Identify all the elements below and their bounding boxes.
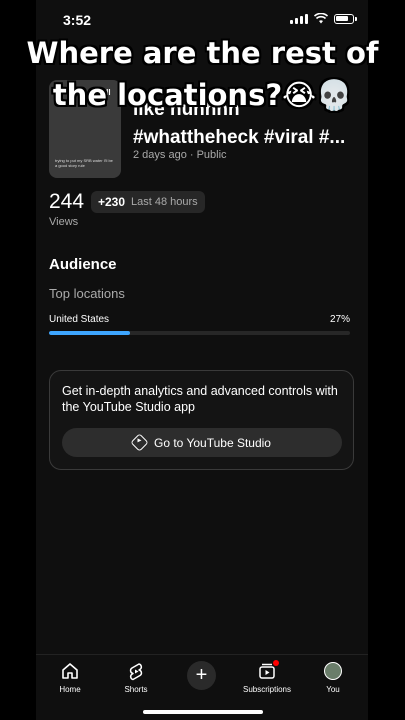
nav-home-label: Home — [59, 685, 81, 694]
nav-subscriptions-label: Subscriptions — [242, 685, 292, 694]
nav-shorts-label: Shorts — [124, 685, 148, 694]
go-to-studio-label: Go to YouTube Studio — [154, 435, 271, 450]
nav-subscriptions[interactable]: Subscriptions — [237, 659, 297, 694]
caption-line-2: the locations?😭💀 — [52, 78, 353, 112]
views-period: Last 48 hours — [131, 196, 198, 208]
thumbnail-caption: trying to put my SRB water I'll be a goo… — [55, 158, 113, 168]
home-indicator — [143, 710, 263, 714]
nav-home[interactable]: Home — [40, 661, 100, 694]
nav-shorts[interactable]: Shorts — [106, 661, 166, 694]
go-to-studio-button[interactable]: Go to YouTube Studio — [62, 428, 342, 457]
wifi-icon — [314, 13, 328, 24]
views-delta: +230 — [98, 195, 126, 209]
subscriptions-icon — [258, 659, 279, 681]
home-icon — [62, 663, 78, 679]
youtube-studio-icon — [130, 433, 149, 452]
location-progress-track — [49, 331, 350, 335]
caption-overlay: Where are the rest of the locations?😭💀 — [0, 32, 405, 116]
avatar — [324, 662, 342, 680]
nav-you-label: You — [326, 685, 340, 694]
views-label: Views — [49, 216, 79, 228]
notification-dot — [273, 659, 279, 666]
top-locations-heading: Top locations — [49, 286, 125, 301]
battery-icon — [334, 13, 357, 24]
video-meta: 2 days ago · Public — [133, 149, 227, 161]
location-progress-fill — [49, 331, 131, 335]
create-button[interactable]: + — [187, 661, 216, 690]
studio-promo-card: Get in-depth analytics and advanced cont… — [49, 370, 354, 470]
location-percent: 27% — [329, 314, 350, 325]
status-time: 3:52 — [63, 12, 92, 28]
studio-promo-text: Get in-depth analytics and advanced cont… — [62, 384, 338, 414]
status-icons — [290, 13, 357, 24]
signal-icon — [290, 13, 308, 24]
views-delta-badge: +230 Last 48 hours — [91, 191, 205, 213]
nav-you[interactable]: You — [303, 661, 363, 694]
caption-line-1: Where are the rest of — [26, 36, 379, 70]
video-title-line-2: #whattheheck #viral #... — [133, 127, 346, 148]
audience-heading: Audience — [49, 256, 117, 273]
shorts-icon — [129, 662, 143, 680]
views-count: 244 — [49, 190, 85, 213]
location-name: United States — [49, 314, 110, 325]
bottom-nav: Home Shorts + Subscriptions You — [36, 654, 368, 720]
plus-icon: + — [195, 664, 208, 686]
